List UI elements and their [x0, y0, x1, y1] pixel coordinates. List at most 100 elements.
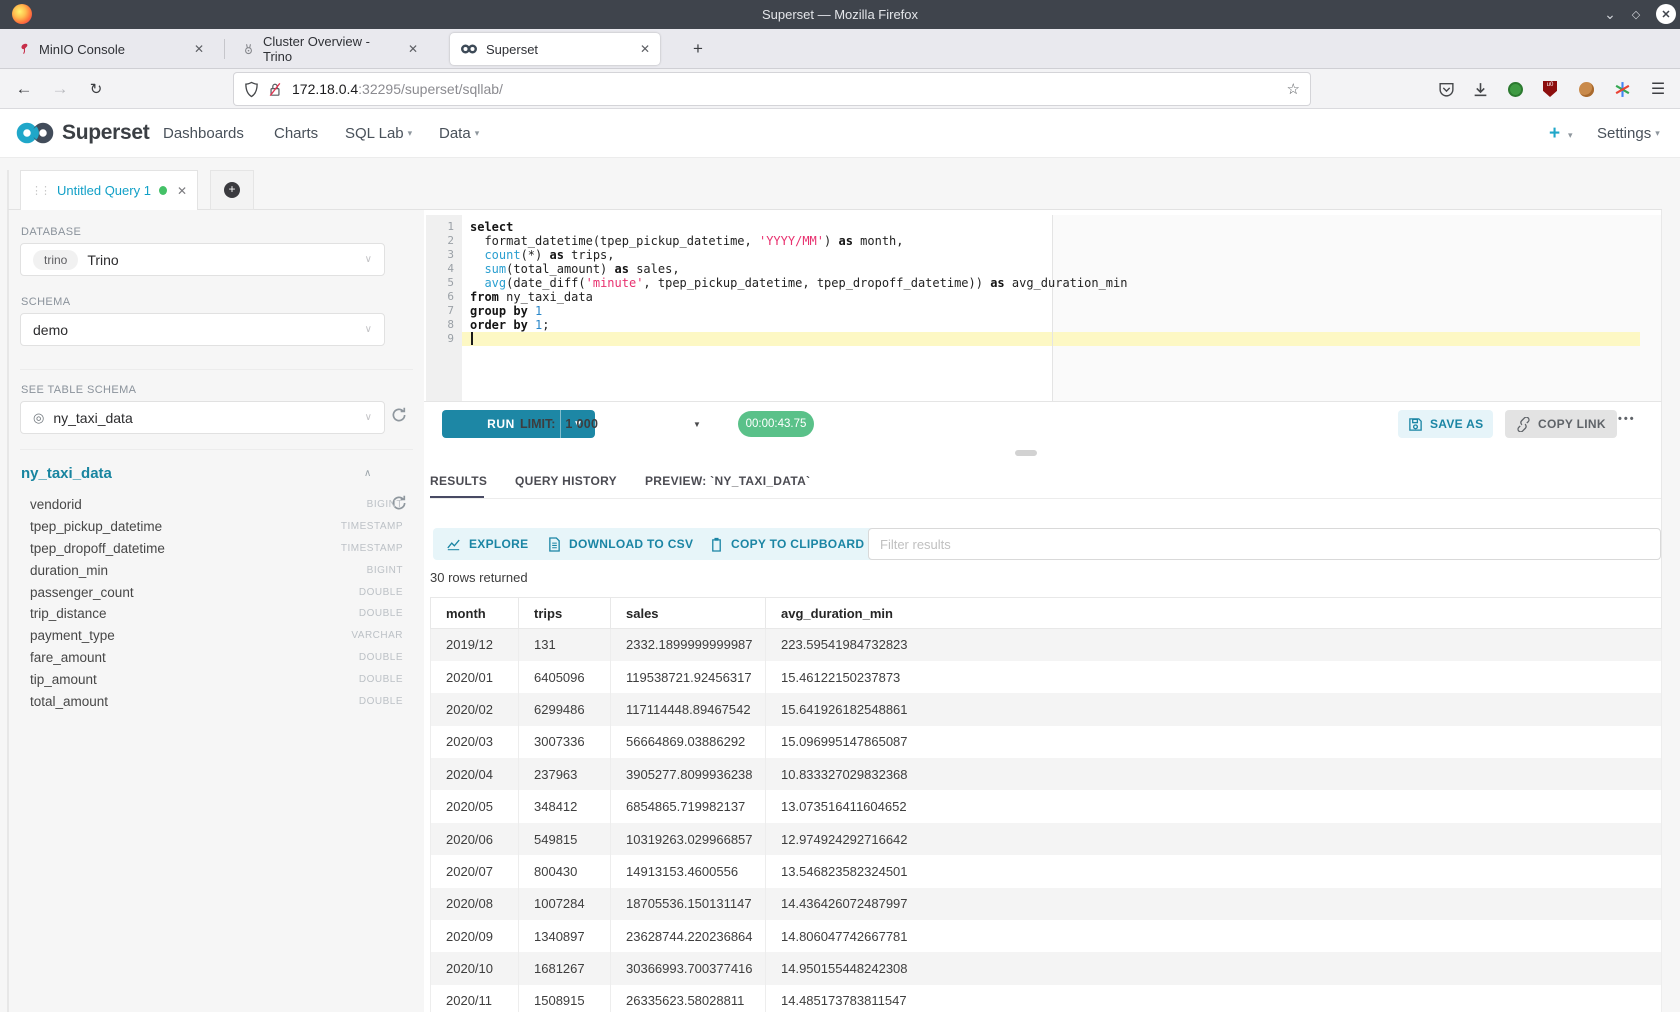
schema-column-row[interactable]: tpep_pickup_datetimeTIMESTAMP — [30, 516, 403, 538]
new-tab-button[interactable]: + — [686, 37, 710, 61]
url-text[interactable]: 172.18.0.4:32295/superset/sqllab/ — [292, 81, 1287, 97]
more-options-button[interactable]: ••• — [1618, 413, 1636, 425]
schema-value: demo — [33, 322, 68, 338]
tab-query-history[interactable]: QUERY HISTORY — [515, 474, 617, 488]
nav-item-data[interactable]: Data▾ — [439, 125, 479, 142]
reload-button[interactable]: ↻ — [84, 77, 108, 101]
sql-editor[interactable]: 123456789 select format_datetime(tpep_pi… — [426, 215, 1661, 401]
new-query-tab-button[interactable]: + — [210, 170, 254, 210]
window-maximize-icon[interactable]: ◇ — [1624, 0, 1648, 29]
superset-logo[interactable]: Superset — [14, 120, 149, 146]
schema-column-row[interactable]: total_amountDOUBLE — [30, 690, 403, 712]
limit-caret-icon[interactable]: ▼ — [693, 420, 701, 429]
cookie-extension-icon[interactable] — [1576, 79, 1596, 99]
window-close-icon[interactable]: ✕ — [1656, 4, 1676, 24]
schema-column-row[interactable]: duration_minBIGINT — [30, 559, 403, 581]
line-number: 1 — [426, 220, 462, 234]
database-select[interactable]: trino Trino ∨ — [20, 243, 385, 276]
ublock-extension-icon[interactable]: u0 — [1540, 79, 1560, 99]
pocket-extension-icon[interactable] — [1436, 79, 1456, 99]
filter-results-input[interactable] — [868, 528, 1661, 560]
results-table-header: monthtripssalesavg_duration_min — [431, 598, 1662, 629]
tab-preview[interactable]: PREVIEW: `NY_TAXI_DATA` — [645, 474, 810, 488]
refresh-schema-icon[interactable] — [390, 406, 412, 428]
schema-column-row[interactable]: passenger_countDOUBLE — [30, 581, 403, 603]
download-csv-label: DOWNLOAD TO CSV — [569, 537, 693, 551]
results-header-cell[interactable]: month — [431, 598, 519, 629]
line-number: 9 — [426, 332, 462, 346]
schema-column-row[interactable]: trip_distanceDOUBLE — [30, 603, 403, 625]
pane-resize-handle[interactable] — [1015, 450, 1037, 456]
column-type: DOUBLE — [359, 652, 403, 663]
table-cell: 23628744.220236864 — [611, 920, 766, 952]
url-bar[interactable]: 172.18.0.4:32295/superset/sqllab/ ☆ — [234, 73, 1310, 105]
editor-code[interactable]: select format_datetime(tpep_pickup_datet… — [470, 220, 1127, 346]
save-as-button[interactable]: SAVE AS — [1398, 410, 1493, 438]
tab-close-icon[interactable]: ✕ — [194, 42, 204, 56]
bookmark-star-icon[interactable]: ☆ — [1287, 80, 1300, 98]
tab-close-icon[interactable]: ✕ — [408, 42, 418, 56]
table-cell: 117114448.89467542 — [611, 693, 766, 725]
schema-column-row[interactable]: tip_amountDOUBLE — [30, 668, 403, 690]
superset-infinity-icon — [14, 120, 56, 146]
tab-close-icon[interactable]: ✕ — [640, 42, 650, 56]
schema-label: SCHEMA — [21, 296, 70, 308]
limit-control[interactable]: LIMIT:1 000 — [520, 417, 598, 431]
browser-tab-superset[interactable]: Superset ✕ — [450, 33, 660, 65]
nav-item-sql-lab[interactable]: SQL Lab▾ — [345, 125, 412, 142]
table-row: 2020/053484126854865.71998213713.0735164… — [431, 790, 1662, 822]
chart-icon — [446, 537, 461, 551]
query-tab-close-icon[interactable]: ✕ — [177, 184, 187, 198]
schema-column-row[interactable]: payment_typeVARCHAR — [30, 625, 403, 647]
extension-icon-green[interactable] — [1505, 79, 1525, 99]
brand-name: Superset — [62, 121, 149, 145]
menu-icon[interactable]: ☰ — [1648, 79, 1668, 99]
drag-handle-icon[interactable]: ⋮⋮ — [31, 184, 49, 197]
schema-column-row[interactable]: fare_amountDOUBLE — [30, 647, 403, 669]
schema-column-row[interactable]: tpep_dropoff_datetimeTIMESTAMP — [30, 538, 403, 560]
copy-to-clipboard-button[interactable]: COPY TO CLIPBOARD — [697, 528, 877, 560]
nav-item-settings[interactable]: Settings▾ — [1597, 125, 1660, 142]
query-tab-active[interactable]: ⋮⋮ Untitled Query 1 ✕ — [20, 170, 198, 210]
nav-item-charts[interactable]: Charts — [274, 125, 318, 142]
browser-toolbar: ← → ↻ 172.18.0.4:32295/superset/sqllab/ … — [0, 69, 1680, 109]
tab-results[interactable]: RESULTS — [430, 474, 487, 488]
save-as-label: SAVE AS — [1430, 417, 1483, 431]
chevron-down-icon[interactable]: ▾ — [1568, 130, 1573, 141]
file-icon — [548, 537, 561, 552]
superset-navbar: Superset Dashboards Charts SQL Lab▾ Data… — [0, 109, 1680, 158]
navbar-add-button[interactable]: + — [1549, 123, 1560, 145]
download-icon[interactable] — [1470, 79, 1490, 99]
schema-column-row[interactable]: vendoridBIGINT — [30, 494, 403, 516]
tab-separator — [224, 39, 225, 59]
minio-flamingo-icon — [18, 42, 31, 56]
copy-link-button[interactable]: COPY LINK — [1505, 410, 1617, 438]
copy-link-label: COPY LINK — [1538, 417, 1606, 431]
schema-select[interactable]: demo ∨ — [20, 313, 385, 346]
window-minimize-icon[interactable]: ⌄ — [1598, 0, 1622, 29]
results-header-cell[interactable]: sales — [611, 598, 766, 629]
table-cell: 1681267 — [519, 952, 611, 984]
browser-tab-minio[interactable]: MinIO Console ✕ — [8, 29, 214, 69]
table-cell: 119538721.92456317 — [611, 661, 766, 693]
table-row: 2020/10168126730366993.70037741614.95015… — [431, 952, 1662, 984]
tracking-shield-icon[interactable] — [244, 81, 259, 98]
insecure-lock-icon[interactable] — [268, 81, 282, 98]
table-cell: 2020/01 — [431, 661, 519, 693]
colorful-extension-icon[interactable] — [1612, 79, 1632, 99]
table-select[interactable]: ◎ ny_taxi_data ∨ — [20, 401, 385, 434]
copy-to-clipboard-label: COPY TO CLIPBOARD — [731, 537, 864, 551]
nav-item-dashboards[interactable]: Dashboards — [163, 125, 244, 142]
results-header-cell[interactable]: trips — [519, 598, 611, 629]
table-columns-list: vendoridBIGINTtpep_pickup_datetimeTIMEST… — [30, 494, 403, 712]
column-name: payment_type — [30, 628, 351, 643]
back-button[interactable]: ← — [12, 77, 36, 101]
chevron-up-icon[interactable]: ∧ — [364, 468, 371, 479]
explore-button[interactable]: EXPLORE — [433, 528, 541, 560]
browser-tab-trino[interactable]: Cluster Overview - Trino ✕ — [232, 29, 428, 69]
table-schema-title[interactable]: ny_taxi_data — [21, 465, 112, 482]
firefox-logo-icon — [12, 4, 32, 24]
forward-button[interactable]: → — [48, 77, 72, 101]
results-header-cell[interactable]: avg_duration_min — [766, 598, 1662, 629]
download-csv-button[interactable]: DOWNLOAD TO CSV — [535, 528, 706, 560]
